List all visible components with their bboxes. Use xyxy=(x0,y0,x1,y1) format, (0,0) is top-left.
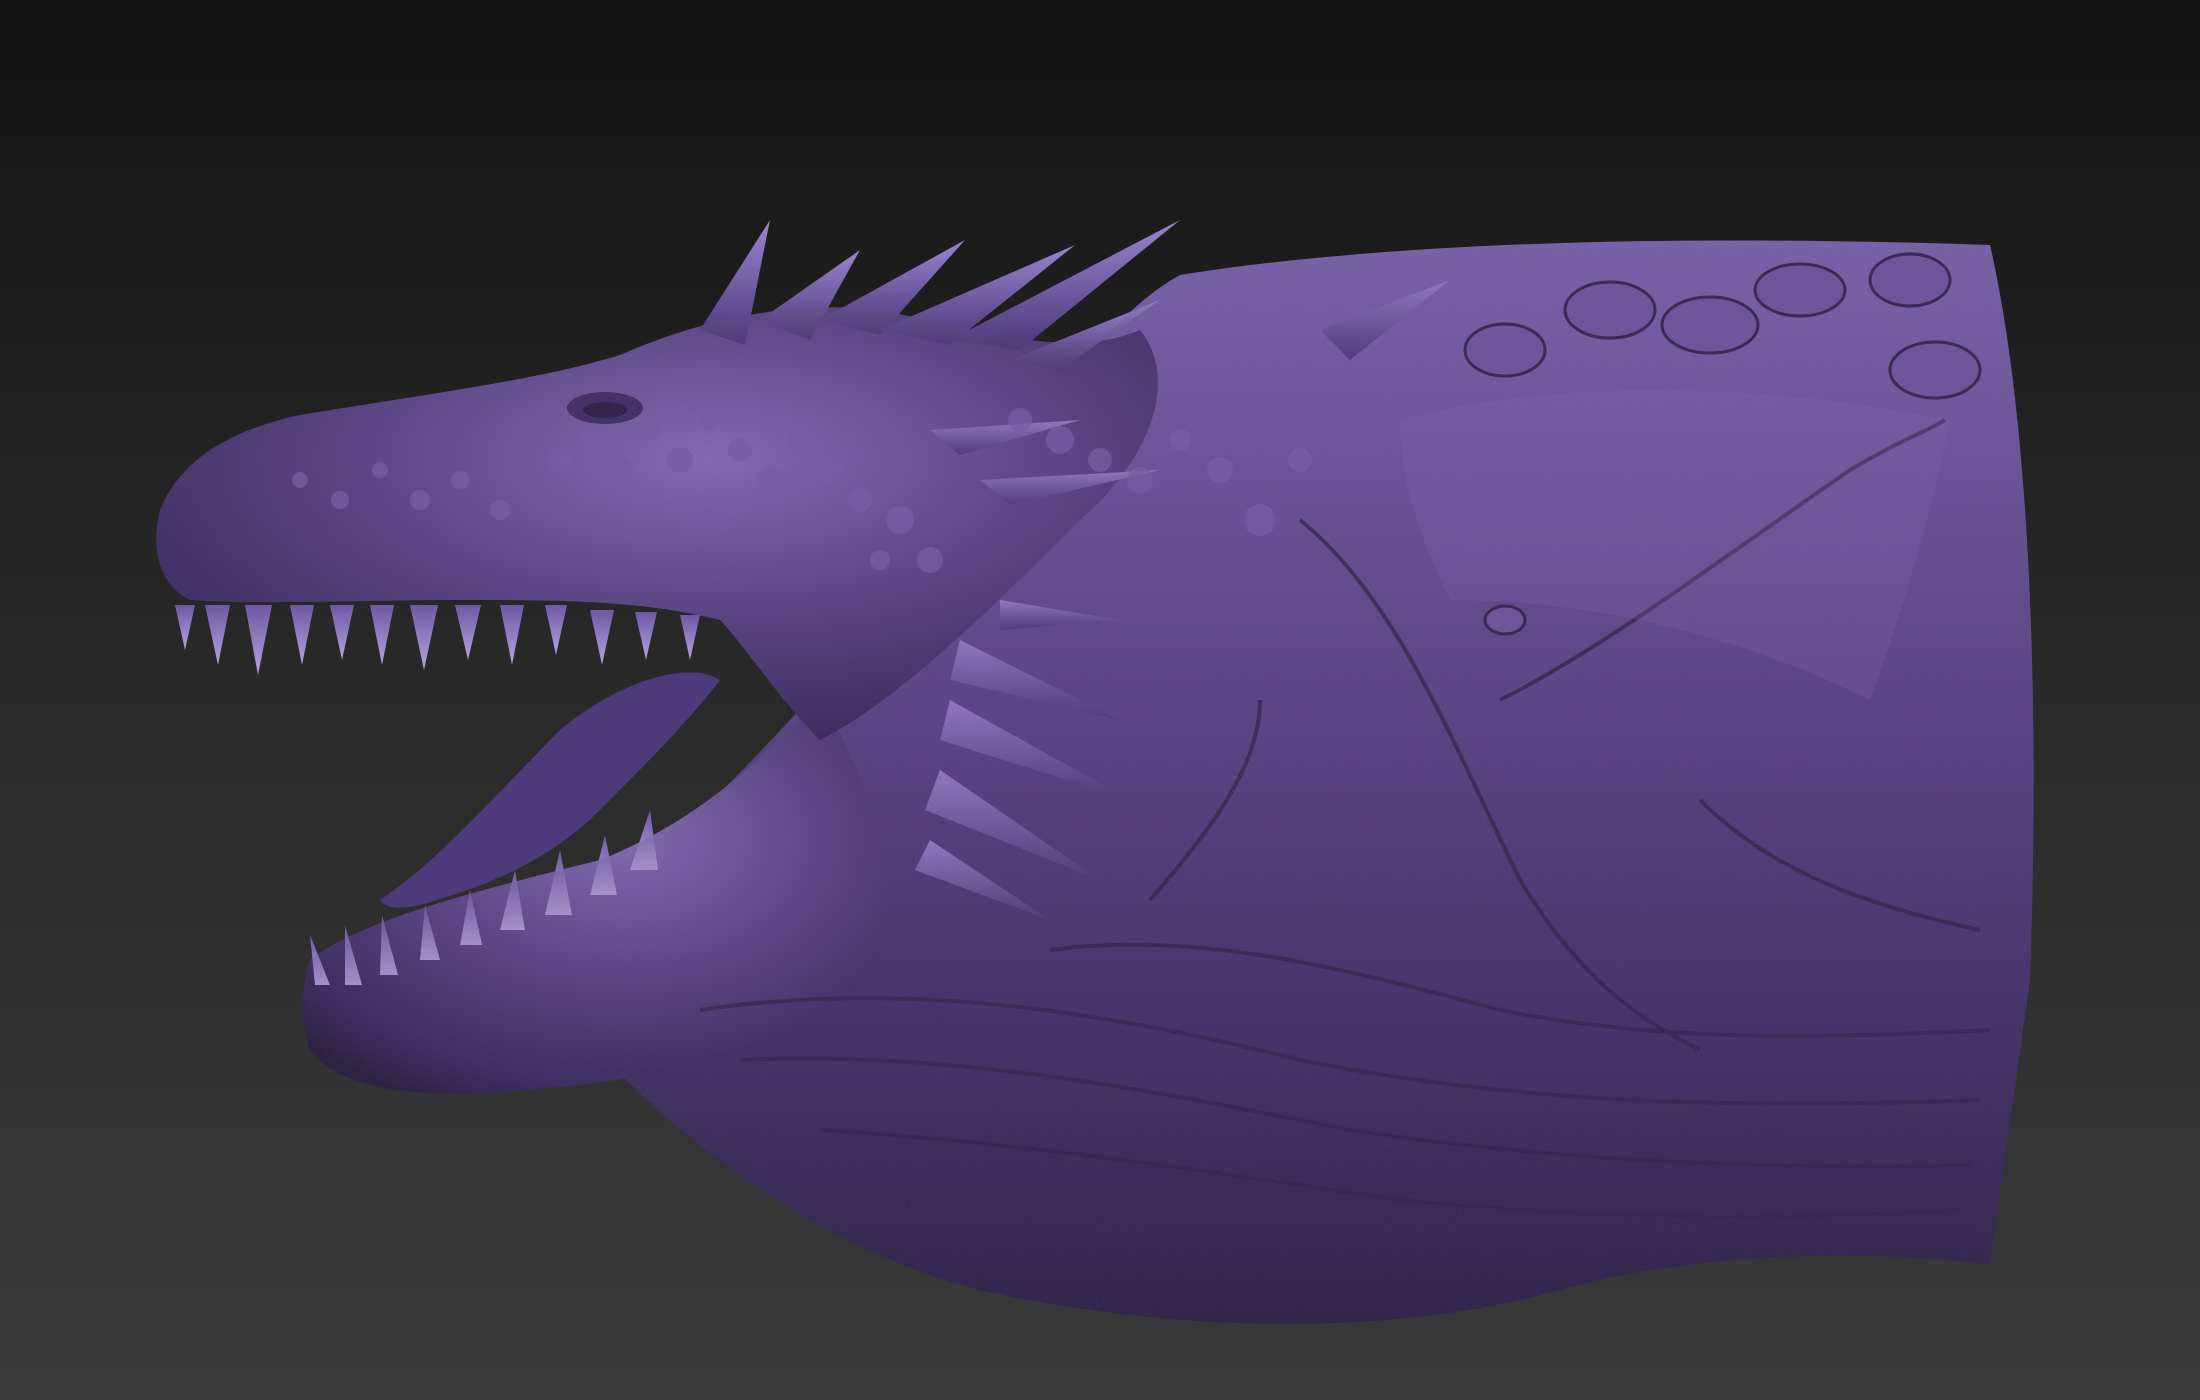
sculpt-viewport[interactable] xyxy=(0,0,2200,1400)
skin-texture xyxy=(156,240,2034,1324)
upper-teeth xyxy=(175,605,700,675)
dragon-sculpt-render xyxy=(156,220,2034,1324)
